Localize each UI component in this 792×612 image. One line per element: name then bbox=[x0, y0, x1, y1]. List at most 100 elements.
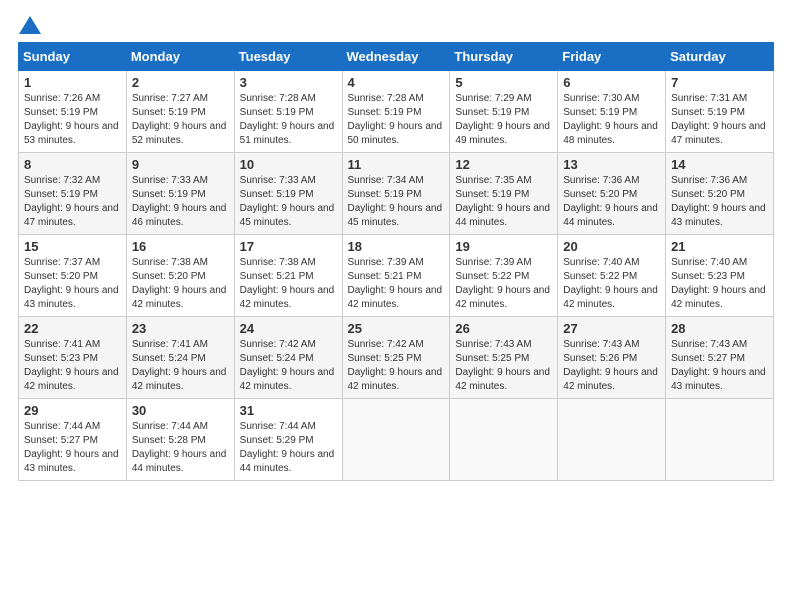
day-number: 22 bbox=[24, 321, 121, 336]
day-info: Sunrise: 7:38 AMSunset: 5:20 PMDaylight:… bbox=[132, 256, 229, 312]
calendar-week-row: 15 Sunrise: 7:37 AMSunset: 5:20 PMDayligh… bbox=[19, 235, 774, 317]
calendar-header-saturday: Saturday bbox=[666, 43, 774, 71]
calendar-cell: 14 Sunrise: 7:36 AMSunset: 5:20 PMDayligh… bbox=[666, 153, 774, 235]
day-number: 14 bbox=[671, 157, 768, 172]
calendar-cell: 11Sunrise: 7:34 AMSunset: 5:19 PMDayligh… bbox=[342, 153, 450, 235]
day-number: 15 bbox=[24, 239, 121, 254]
day-number: 17 bbox=[240, 239, 337, 254]
calendar-week-row: 22 Sunrise: 7:41 AMSunset: 5:23 PMDayligh… bbox=[19, 317, 774, 399]
day-number: 19 bbox=[455, 239, 552, 254]
day-number: 24 bbox=[240, 321, 337, 336]
calendar-week-row: 8Sunrise: 7:32 AMSunset: 5:19 PMDaylight… bbox=[19, 153, 774, 235]
calendar-cell: 22 Sunrise: 7:41 AMSunset: 5:23 PMDayligh… bbox=[19, 317, 127, 399]
calendar-cell bbox=[342, 399, 450, 481]
day-number: 29 bbox=[24, 403, 121, 418]
day-info: Sunrise: 7:42 AMSunset: 5:24 PMDaylight:… bbox=[240, 338, 337, 394]
calendar-cell: 23 Sunrise: 7:41 AMSunset: 5:24 PMDayligh… bbox=[126, 317, 234, 399]
day-number: 30 bbox=[132, 403, 229, 418]
logo-icon bbox=[19, 16, 41, 34]
day-info: Sunrise: 7:44 AMSunset: 5:27 PMDaylight:… bbox=[24, 420, 121, 476]
day-number: 7 bbox=[671, 75, 768, 90]
calendar-cell: 26 Sunrise: 7:43 AMSunset: 5:25 PMDayligh… bbox=[450, 317, 558, 399]
day-info: Sunrise: 7:30 AMSunset: 5:19 PMDaylight:… bbox=[563, 92, 660, 148]
calendar-cell: 29 Sunrise: 7:44 AMSunset: 5:27 PMDayligh… bbox=[19, 399, 127, 481]
calendar-week-row: 29 Sunrise: 7:44 AMSunset: 5:27 PMDayligh… bbox=[19, 399, 774, 481]
day-info: Sunrise: 7:41 AMSunset: 5:24 PMDaylight:… bbox=[132, 338, 229, 394]
day-info: Sunrise: 7:33 AMSunset: 5:19 PMDaylight:… bbox=[240, 174, 337, 230]
calendar-cell: 30 Sunrise: 7:44 AMSunset: 5:28 PMDayligh… bbox=[126, 399, 234, 481]
calendar-cell bbox=[450, 399, 558, 481]
day-number: 9 bbox=[132, 157, 229, 172]
calendar-cell: 31Sunrise: 7:44 AMSunset: 5:29 PMDayligh… bbox=[234, 399, 342, 481]
day-info: Sunrise: 7:43 AMSunset: 5:27 PMDaylight:… bbox=[671, 338, 768, 394]
calendar-cell: 17 Sunrise: 7:38 AMSunset: 5:21 PMDayligh… bbox=[234, 235, 342, 317]
day-number: 21 bbox=[671, 239, 768, 254]
calendar-header-wednesday: Wednesday bbox=[342, 43, 450, 71]
day-info: Sunrise: 7:38 AMSunset: 5:21 PMDaylight:… bbox=[240, 256, 337, 312]
calendar-cell: 9 Sunrise: 7:33 AMSunset: 5:19 PMDaylight… bbox=[126, 153, 234, 235]
day-info: Sunrise: 7:43 AMSunset: 5:25 PMDaylight:… bbox=[455, 338, 552, 394]
day-info: Sunrise: 7:39 AMSunset: 5:22 PMDaylight:… bbox=[455, 256, 552, 312]
calendar-cell: 2 Sunrise: 7:27 AMSunset: 5:19 PMDaylight… bbox=[126, 71, 234, 153]
calendar-cell: 7 Sunrise: 7:31 AMSunset: 5:19 PMDaylight… bbox=[666, 71, 774, 153]
day-number: 8 bbox=[24, 157, 121, 172]
calendar-cell: 16 Sunrise: 7:38 AMSunset: 5:20 PMDayligh… bbox=[126, 235, 234, 317]
day-info: Sunrise: 7:41 AMSunset: 5:23 PMDaylight:… bbox=[24, 338, 121, 394]
day-info: Sunrise: 7:39 AMSunset: 5:21 PMDaylight:… bbox=[348, 256, 445, 312]
day-info: Sunrise: 7:36 AMSunset: 5:20 PMDaylight:… bbox=[563, 174, 660, 230]
calendar-cell: 21 Sunrise: 7:40 AMSunset: 5:23 PMDayligh… bbox=[666, 235, 774, 317]
calendar-cell: 27 Sunrise: 7:43 AMSunset: 5:26 PMDayligh… bbox=[558, 317, 666, 399]
page-header bbox=[18, 18, 774, 30]
calendar-cell bbox=[666, 399, 774, 481]
day-number: 13 bbox=[563, 157, 660, 172]
day-info: Sunrise: 7:36 AMSunset: 5:20 PMDaylight:… bbox=[671, 174, 768, 230]
day-number: 16 bbox=[132, 239, 229, 254]
calendar-cell bbox=[558, 399, 666, 481]
day-info: Sunrise: 7:29 AMSunset: 5:19 PMDaylight:… bbox=[455, 92, 552, 148]
calendar-cell: 6 Sunrise: 7:30 AMSunset: 5:19 PMDaylight… bbox=[558, 71, 666, 153]
day-info: Sunrise: 7:42 AMSunset: 5:25 PMDaylight:… bbox=[348, 338, 445, 394]
calendar-cell: 12 Sunrise: 7:35 AMSunset: 5:19 PMDayligh… bbox=[450, 153, 558, 235]
calendar-cell: 20 Sunrise: 7:40 AMSunset: 5:22 PMDayligh… bbox=[558, 235, 666, 317]
calendar-cell: 19 Sunrise: 7:39 AMSunset: 5:22 PMDayligh… bbox=[450, 235, 558, 317]
day-info: Sunrise: 7:35 AMSunset: 5:19 PMDaylight:… bbox=[455, 174, 552, 230]
calendar-week-row: 1Sunrise: 7:26 AMSunset: 5:19 PMDaylight… bbox=[19, 71, 774, 153]
day-number: 2 bbox=[132, 75, 229, 90]
day-number: 4 bbox=[348, 75, 445, 90]
calendar-cell: 5Sunrise: 7:29 AMSunset: 5:19 PMDaylight… bbox=[450, 71, 558, 153]
day-info: Sunrise: 7:31 AMSunset: 5:19 PMDaylight:… bbox=[671, 92, 768, 148]
day-info: Sunrise: 7:33 AMSunset: 5:19 PMDaylight:… bbox=[132, 174, 229, 230]
day-number: 23 bbox=[132, 321, 229, 336]
day-info: Sunrise: 7:40 AMSunset: 5:22 PMDaylight:… bbox=[563, 256, 660, 312]
calendar-cell: 8Sunrise: 7:32 AMSunset: 5:19 PMDaylight… bbox=[19, 153, 127, 235]
calendar-header-thursday: Thursday bbox=[450, 43, 558, 71]
day-info: Sunrise: 7:40 AMSunset: 5:23 PMDaylight:… bbox=[671, 256, 768, 312]
day-number: 26 bbox=[455, 321, 552, 336]
calendar-cell: 15 Sunrise: 7:37 AMSunset: 5:20 PMDayligh… bbox=[19, 235, 127, 317]
calendar-table: SundayMondayTuesdayWednesdayThursdayFrid… bbox=[18, 42, 774, 481]
calendar-header-monday: Monday bbox=[126, 43, 234, 71]
day-number: 28 bbox=[671, 321, 768, 336]
day-number: 6 bbox=[563, 75, 660, 90]
calendar-cell: 28 Sunrise: 7:43 AMSunset: 5:27 PMDayligh… bbox=[666, 317, 774, 399]
calendar-cell: 3 Sunrise: 7:28 AMSunset: 5:19 PMDaylight… bbox=[234, 71, 342, 153]
day-number: 31 bbox=[240, 403, 337, 418]
calendar-cell: 4Sunrise: 7:28 AMSunset: 5:19 PMDaylight… bbox=[342, 71, 450, 153]
day-info: Sunrise: 7:37 AMSunset: 5:20 PMDaylight:… bbox=[24, 256, 121, 312]
calendar-cell: 25 Sunrise: 7:42 AMSunset: 5:25 PMDayligh… bbox=[342, 317, 450, 399]
calendar-cell: 1Sunrise: 7:26 AMSunset: 5:19 PMDaylight… bbox=[19, 71, 127, 153]
day-info: Sunrise: 7:34 AMSunset: 5:19 PMDaylight:… bbox=[348, 174, 445, 230]
calendar-cell: 18Sunrise: 7:39 AMSunset: 5:21 PMDayligh… bbox=[342, 235, 450, 317]
day-info: Sunrise: 7:28 AMSunset: 5:19 PMDaylight:… bbox=[240, 92, 337, 148]
day-info: Sunrise: 7:44 AMSunset: 5:28 PMDaylight:… bbox=[132, 420, 229, 476]
calendar-header-tuesday: Tuesday bbox=[234, 43, 342, 71]
day-number: 20 bbox=[563, 239, 660, 254]
day-number: 3 bbox=[240, 75, 337, 90]
day-info: Sunrise: 7:27 AMSunset: 5:19 PMDaylight:… bbox=[132, 92, 229, 148]
day-info: Sunrise: 7:43 AMSunset: 5:26 PMDaylight:… bbox=[563, 338, 660, 394]
day-info: Sunrise: 7:26 AMSunset: 5:19 PMDaylight:… bbox=[24, 92, 121, 148]
day-number: 27 bbox=[563, 321, 660, 336]
calendar-header-row: SundayMondayTuesdayWednesdayThursdayFrid… bbox=[19, 43, 774, 71]
day-number: 12 bbox=[455, 157, 552, 172]
day-number: 25 bbox=[348, 321, 445, 336]
